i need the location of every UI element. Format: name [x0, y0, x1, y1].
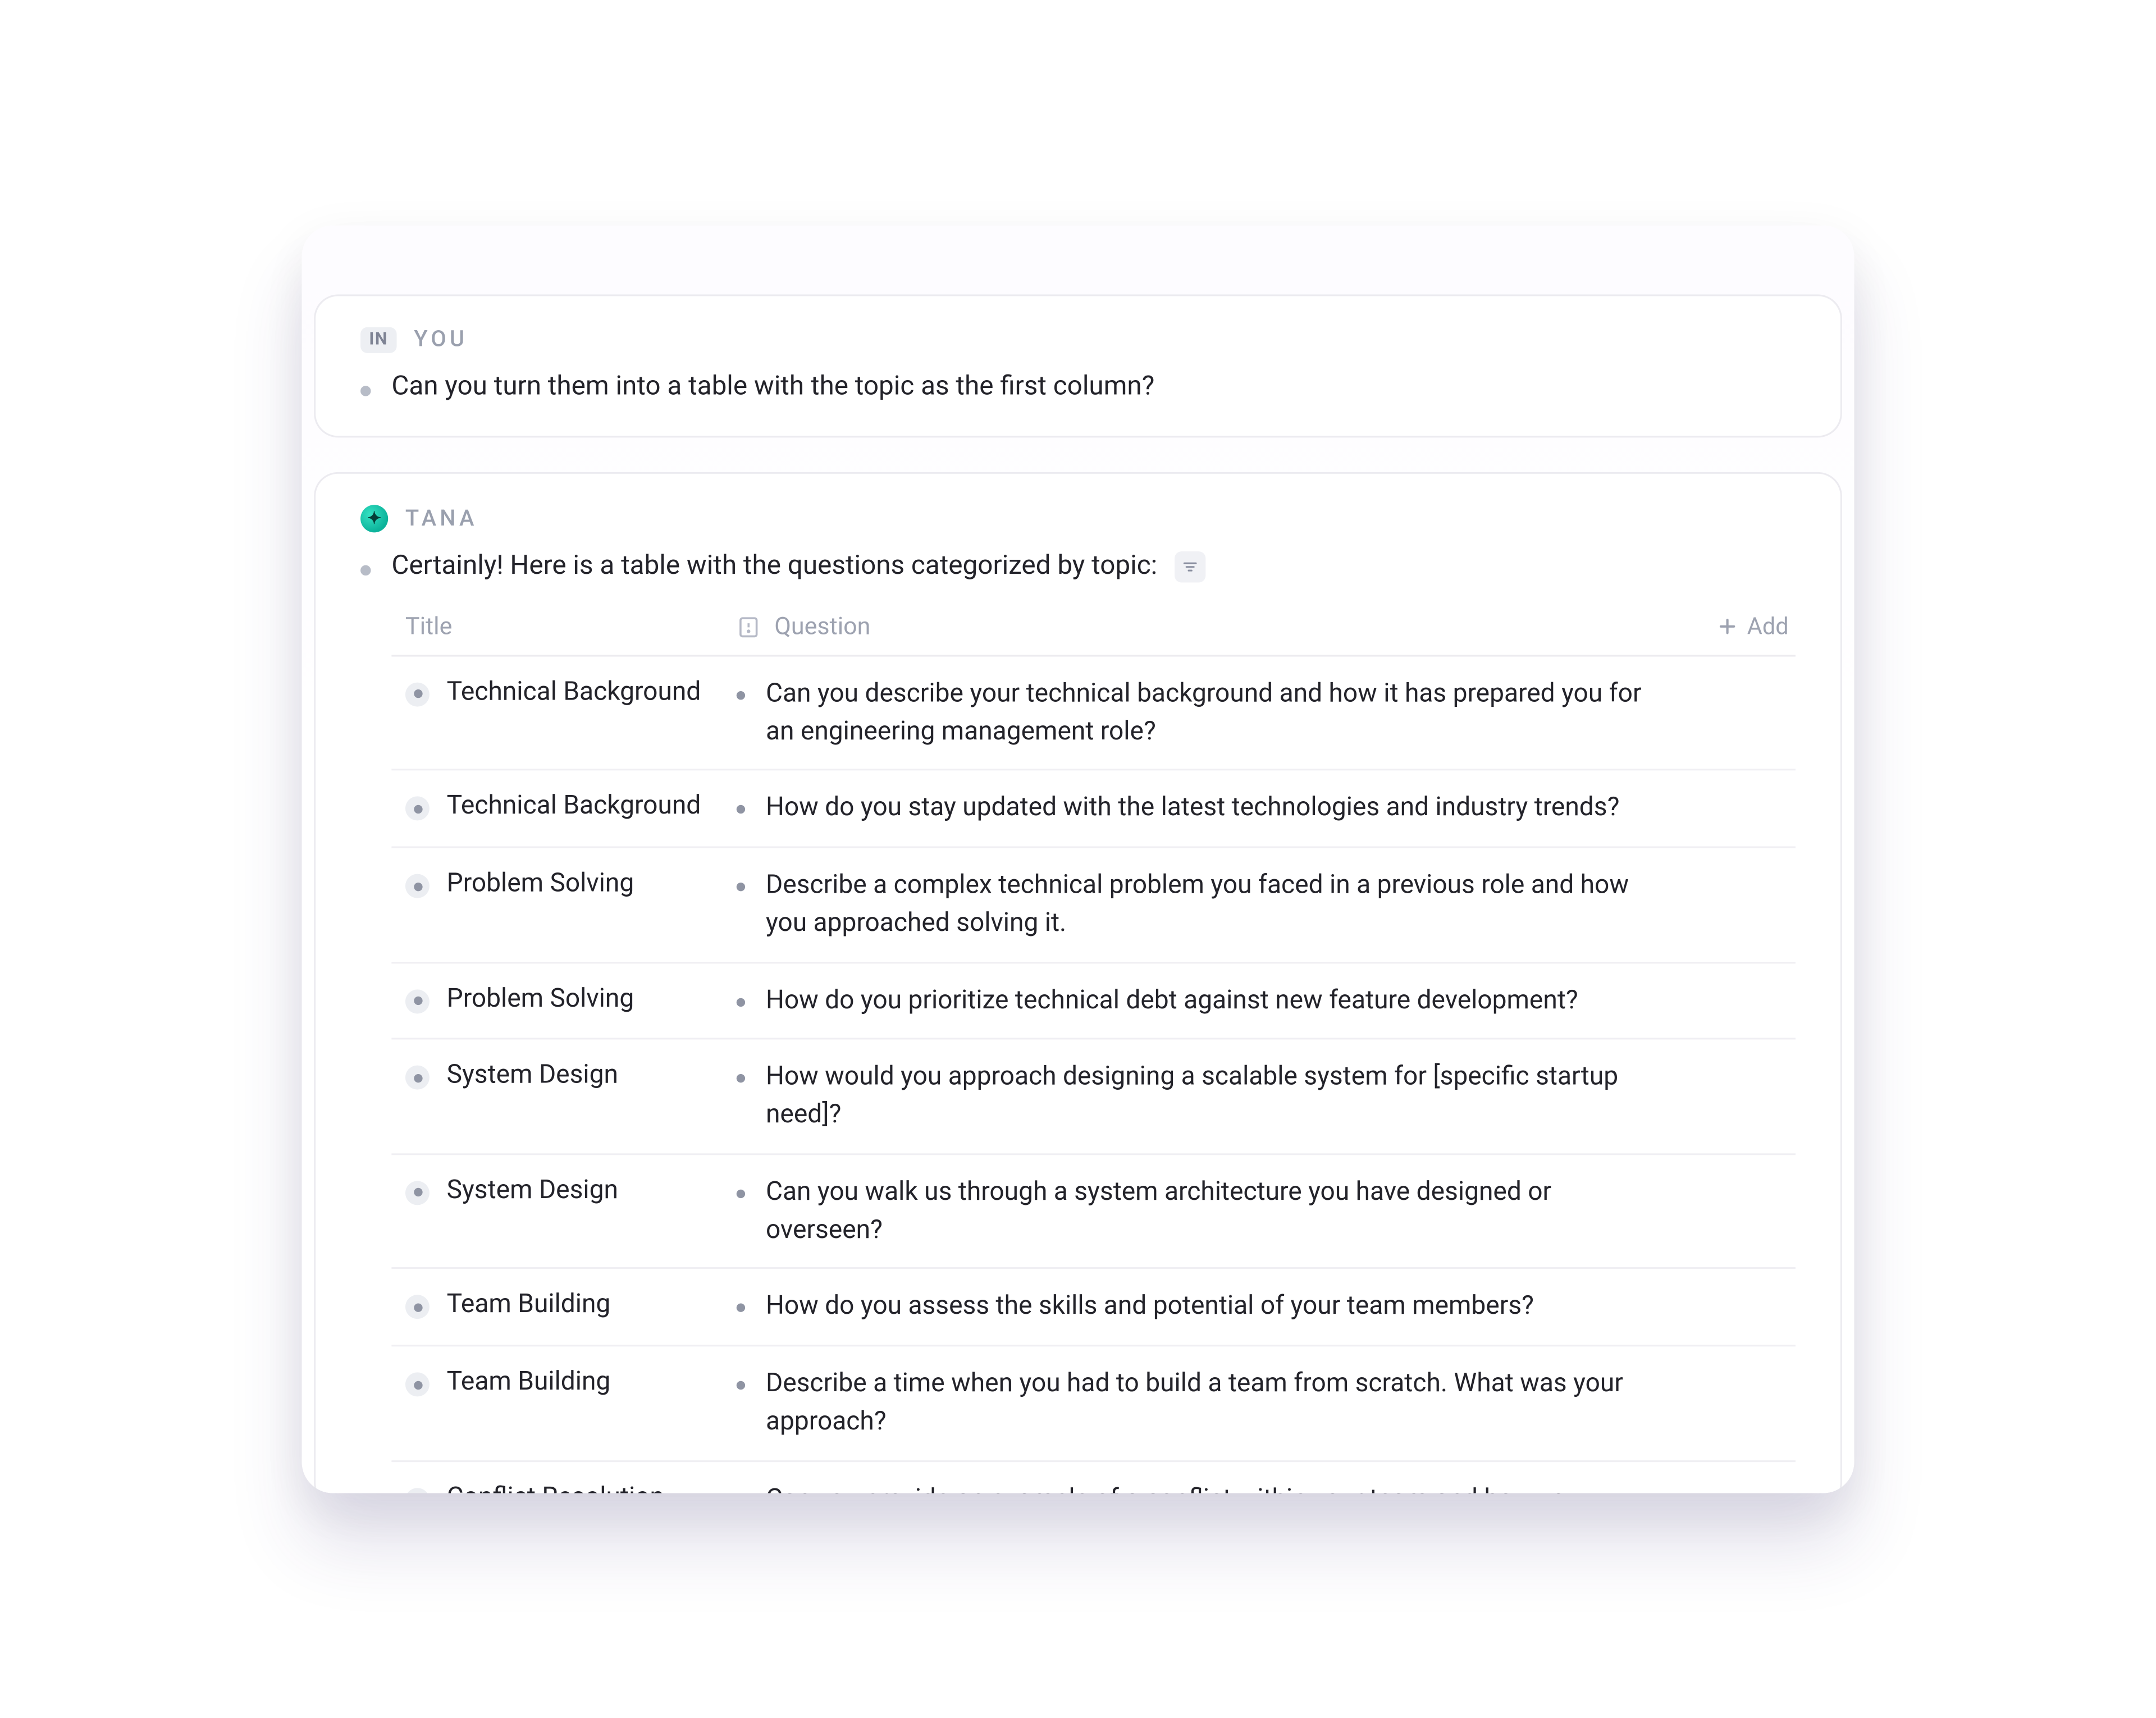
add-column-button[interactable]: Add: [1675, 613, 1796, 641]
table-row[interactable]: Team Building Describe a time when you ha…: [391, 1346, 1796, 1461]
table-row[interactable]: Technical Background How do you stay upda…: [391, 771, 1796, 848]
column-header-title[interactable]: Title: [405, 613, 452, 641]
chat-window: IN YOU Can you turn them into a table wi…: [302, 225, 1854, 1493]
node-bullet-icon[interactable]: [405, 1487, 430, 1493]
node-bullet-icon[interactable]: [405, 1066, 430, 1090]
question-text: Describe a time when you had to build a …: [766, 1365, 1657, 1441]
question-column-icon: [737, 615, 761, 639]
question-text: Describe a complex technical problem you…: [766, 867, 1657, 942]
title-text: Technical Background: [447, 790, 701, 821]
question-cell[interactable]: How do you assess the skills and potenti…: [737, 1288, 1675, 1326]
question-cell[interactable]: Can you describe your technical backgrou…: [737, 675, 1675, 751]
node-bullet-icon[interactable]: [405, 874, 430, 898]
question-cell[interactable]: How do you stay updated with the latest …: [737, 790, 1675, 828]
bullet-icon: [360, 565, 371, 575]
title-cell[interactable]: System Design: [391, 1173, 736, 1204]
column-header-question[interactable]: Question: [774, 613, 870, 641]
user-message-text: Can you turn them into a table with the …: [391, 370, 1154, 401]
question-text: How do you assess the skills and potenti…: [766, 1288, 1534, 1326]
question-cell[interactable]: Describe a time when you had to build a …: [737, 1365, 1675, 1441]
question-text: How do you prioritize technical debt aga…: [766, 982, 1578, 1020]
title-text: Problem Solving: [447, 982, 634, 1013]
bullet-icon: [737, 805, 745, 814]
title-cell[interactable]: Conflict Resolution: [391, 1480, 736, 1493]
table-row[interactable]: Technical Background Can you describe you…: [391, 656, 1796, 771]
table-row[interactable]: Problem Solving Describe a complex techni…: [391, 848, 1796, 963]
tana-speaker-label: TANA: [405, 505, 478, 531]
bullet-icon: [360, 386, 371, 396]
bullet-icon: [737, 1189, 745, 1198]
question-text: Can you walk us through a system archite…: [766, 1173, 1657, 1249]
title-cell[interactable]: Technical Background: [391, 790, 736, 821]
node-bullet-icon[interactable]: [405, 989, 430, 1013]
bullet-icon: [737, 1304, 745, 1312]
bullet-icon: [737, 1075, 745, 1083]
filter-icon[interactable]: [1175, 551, 1205, 582]
question-cell[interactable]: Can you provide an example of a conflict…: [737, 1480, 1675, 1493]
question-cell[interactable]: Can you walk us through a system archite…: [737, 1173, 1675, 1249]
tana-message-card: ✦ TANA Certainly! Here is a table with t…: [314, 472, 1842, 1493]
question-cell[interactable]: Describe a complex technical problem you…: [737, 867, 1675, 942]
question-text: How would you approach designing a scala…: [766, 1059, 1657, 1134]
questions-table: Title Question Add Techn: [391, 603, 1796, 1493]
table-row[interactable]: System Design How would you approach desi…: [391, 1040, 1796, 1154]
title-cell[interactable]: System Design: [391, 1059, 736, 1090]
title-text: Team Building: [447, 1288, 611, 1319]
title-text: Problem Solving: [447, 867, 634, 898]
bullet-icon: [737, 1381, 745, 1390]
user-message-card: IN YOU Can you turn them into a table wi…: [314, 294, 1842, 437]
question-cell[interactable]: How do you prioritize technical debt aga…: [737, 982, 1675, 1020]
title-text: Conflict Resolution: [447, 1480, 664, 1493]
question-text: Can you describe your technical backgrou…: [766, 675, 1657, 751]
table-row[interactable]: Team Building How do you assess the skill…: [391, 1269, 1796, 1346]
node-bullet-icon[interactable]: [405, 1372, 430, 1396]
title-cell[interactable]: Problem Solving: [391, 982, 736, 1013]
user-speaker-label: YOU: [414, 327, 468, 353]
title-cell[interactable]: Team Building: [391, 1365, 736, 1396]
title-text: Team Building: [447, 1365, 611, 1396]
tana-logo-icon: ✦: [360, 505, 388, 532]
user-badge: IN: [360, 327, 396, 353]
node-bullet-icon[interactable]: [405, 797, 430, 821]
bullet-icon: [737, 691, 745, 699]
tana-intro-line[interactable]: Certainly! Here is a table with the ques…: [360, 550, 1796, 582]
question-text: How do you stay updated with the latest …: [766, 790, 1619, 828]
node-bullet-icon[interactable]: [405, 1181, 430, 1205]
title-cell[interactable]: Technical Background: [391, 675, 736, 706]
table-row[interactable]: Conflict Resolution Can you provide an ex…: [391, 1461, 1796, 1493]
node-bullet-icon[interactable]: [405, 1295, 430, 1319]
tana-intro-text: Certainly! Here is a table with the ques…: [391, 550, 1157, 581]
plus-icon: [1716, 616, 1738, 638]
question-text: Can you provide an example of a conflict…: [766, 1480, 1657, 1493]
bullet-icon: [737, 883, 745, 891]
table-header-row: Title Question Add: [391, 603, 1796, 656]
question-cell[interactable]: How would you approach designing a scala…: [737, 1059, 1675, 1134]
title-text: Technical Background: [447, 675, 701, 706]
title-cell[interactable]: Team Building: [391, 1288, 736, 1319]
title-cell[interactable]: Problem Solving: [391, 867, 736, 898]
node-bullet-icon[interactable]: [405, 682, 430, 706]
add-column-label: Add: [1747, 613, 1789, 641]
title-text: System Design: [447, 1059, 618, 1090]
title-text: System Design: [447, 1173, 618, 1204]
table-row[interactable]: Problem Solving How do you prioritize tec…: [391, 963, 1796, 1040]
user-message-line[interactable]: Can you turn them into a table with the …: [360, 370, 1796, 401]
table-row[interactable]: System Design Can you walk us through a s…: [391, 1155, 1796, 1269]
bullet-icon: [737, 997, 745, 1006]
